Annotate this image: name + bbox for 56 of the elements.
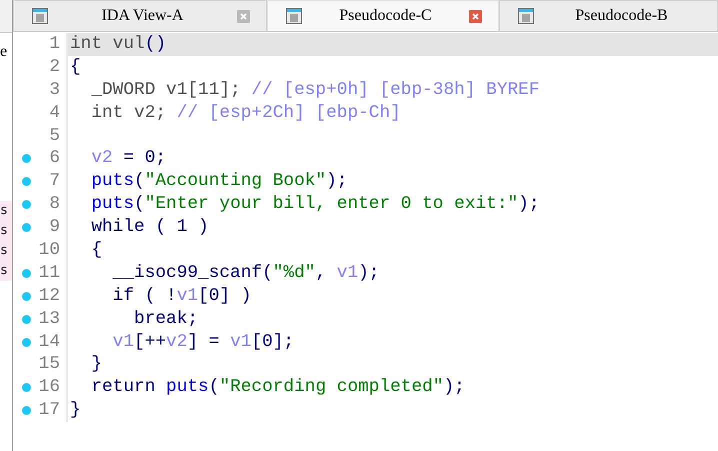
line-number: 9 bbox=[49, 216, 60, 240]
code-line: if ( !v1[0] ) bbox=[112, 286, 252, 306]
breakpoint-dot[interactable] bbox=[22, 200, 31, 210]
line-number: 5 bbox=[49, 124, 60, 148]
tab[interactable]: IDA View-A bbox=[13, 0, 267, 31]
line-number: 1 bbox=[49, 33, 60, 56]
code-line: } bbox=[90, 354, 102, 374]
window-icon bbox=[32, 8, 48, 24]
code-line: int vul() bbox=[70, 34, 166, 54]
code-line: } bbox=[70, 400, 81, 420]
breakpoint-dot[interactable] bbox=[22, 406, 31, 416]
close-icon[interactable] bbox=[469, 10, 482, 22]
code-line: __isoc99_scanf("%d", v1); bbox=[112, 262, 380, 283]
code-line: puts("Accounting Book"); bbox=[90, 171, 348, 192]
breakpoint-dot[interactable] bbox=[22, 292, 31, 301]
line-number: 15 bbox=[38, 353, 60, 376]
code-line: { bbox=[90, 240, 102, 260]
line-number: 7 bbox=[49, 170, 60, 194]
panel-text: s bbox=[0, 221, 12, 241]
breakpoint-dot[interactable] bbox=[22, 338, 31, 347]
line-number: 14 bbox=[38, 330, 60, 354]
breakpoint-dot[interactable] bbox=[22, 383, 31, 392]
breakpoint-dot[interactable] bbox=[22, 177, 31, 186]
tab[interactable]: Pseudocode-C bbox=[267, 0, 499, 31]
code-line: puts("Enter your bill, enter 0 to exit:"); bbox=[90, 194, 540, 214]
line-number: 12 bbox=[38, 284, 60, 308]
panel-text: s bbox=[0, 241, 12, 261]
window-icon bbox=[286, 8, 302, 24]
code-line: v2 = 0; bbox=[90, 148, 166, 168]
code-line: _DWORD v1[11]; // [esp+0h] [ebp-38h] BYREF bbox=[90, 80, 540, 100]
line-number: 6 bbox=[49, 147, 60, 170]
panel-text: s bbox=[0, 261, 12, 281]
code-line: v1[++v2] = v1[0]; bbox=[112, 332, 294, 352]
line-number: 10 bbox=[38, 239, 60, 262]
line-number: 3 bbox=[49, 78, 60, 102]
tab[interactable]: Pseudocode-B bbox=[499, 0, 718, 31]
line-number: 13 bbox=[38, 308, 60, 331]
breakpoint-dot[interactable] bbox=[22, 223, 31, 232]
line-number: 4 bbox=[49, 102, 60, 125]
line-number: 17 bbox=[38, 399, 60, 422]
breakpoint-dot[interactable] bbox=[22, 268, 31, 278]
code-line: return puts("Recording completed"); bbox=[90, 377, 465, 398]
line-number: 16 bbox=[38, 376, 60, 400]
code-line: while ( 1 ) bbox=[90, 217, 209, 238]
panel-text: e bbox=[0, 43, 8, 62]
line-number: 2 bbox=[49, 56, 60, 79]
code-line: int v2; // [esp+2Ch] [ebp-Ch] bbox=[90, 102, 401, 123]
line-number: 11 bbox=[38, 262, 60, 285]
breakpoint-dot[interactable] bbox=[22, 154, 31, 164]
line-number: 8 bbox=[49, 193, 60, 216]
code-line: { bbox=[70, 56, 81, 77]
panel-text: s bbox=[0, 201, 12, 221]
close-icon[interactable] bbox=[237, 10, 250, 22]
window-icon bbox=[518, 8, 534, 24]
breakpoint-dot[interactable] bbox=[22, 314, 31, 324]
code-line: break; bbox=[133, 308, 198, 329]
